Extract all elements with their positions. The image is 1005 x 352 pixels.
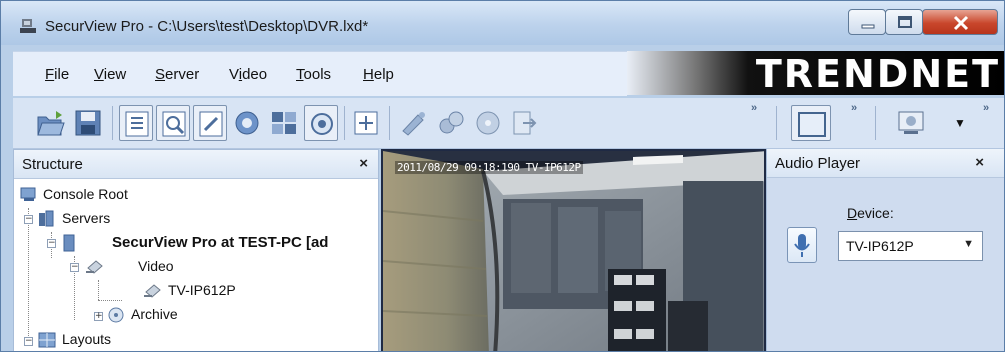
- snapshot-icon: [439, 111, 464, 134]
- title-bar[interactable]: SecurView Pro - C:\Users\test\Desktop\DV…: [1, 1, 1004, 45]
- close-button[interactable]: [922, 9, 998, 35]
- tree-connector: [98, 280, 99, 300]
- structure-panel-header: Structure ×: [14, 150, 378, 179]
- properties-icon: [199, 111, 223, 137]
- menu-file[interactable]: File: [45, 66, 69, 83]
- globe-icon: [235, 111, 259, 135]
- fullscreen-icon: [354, 111, 378, 135]
- monitor-button[interactable]: [893, 105, 927, 141]
- snapshot-button[interactable]: [434, 105, 468, 141]
- brand-logo: TRENDnet: [755, 52, 1000, 96]
- globe-button[interactable]: [230, 105, 264, 141]
- fullscreen-button[interactable]: [349, 105, 383, 141]
- minimize-button[interactable]: [848, 9, 886, 35]
- structure-view-button[interactable]: [119, 105, 153, 141]
- structure-panel-title: Structure: [22, 156, 83, 173]
- maximize-icon: [898, 16, 912, 28]
- menu-server[interactable]: Server: [155, 66, 199, 83]
- tree-expand-toggle[interactable]: −: [47, 239, 56, 248]
- open-button[interactable]: [33, 105, 67, 141]
- tree-connector: [98, 300, 122, 301]
- tree-expand-toggle[interactable]: −: [24, 337, 33, 346]
- menu-view[interactable]: View: [94, 66, 126, 83]
- save-icon: [75, 110, 101, 136]
- brand-banner: TRENDnet: [627, 51, 1004, 96]
- monitor-icon: [898, 111, 924, 134]
- device-select-value: TV-IP612P: [846, 238, 914, 254]
- video-view[interactable]: 2011/08/29 09:18:190 TV-IP612P: [381, 149, 766, 351]
- monitor-dropdown-arrow[interactable]: ▼: [954, 116, 966, 130]
- toolbar-overflow-chevron[interactable]: »: [983, 102, 989, 114]
- toolbar-separator: [389, 106, 390, 140]
- toolbar-overflow-chevron[interactable]: »: [751, 102, 757, 114]
- open-icon: [37, 111, 65, 136]
- menu-video[interactable]: Video: [229, 66, 267, 83]
- toolbar: » » ▼ »: [13, 98, 1004, 149]
- ptz-button[interactable]: [397, 105, 431, 141]
- ptz-icon: [402, 112, 425, 136]
- microphone-icon: [794, 234, 810, 257]
- close-icon: [953, 15, 969, 31]
- toolbar-separator: [875, 106, 876, 140]
- tree-expand-toggle[interactable]: −: [70, 263, 79, 272]
- menu-bar: File View Server Video Tools Help: [13, 51, 627, 96]
- chevron-down-icon[interactable]: ▼: [963, 238, 974, 250]
- servers-icon: [39, 210, 54, 227]
- save-button[interactable]: [71, 105, 105, 141]
- layout-grid-button[interactable]: [267, 105, 301, 141]
- properties-button[interactable]: [193, 105, 227, 141]
- microphone-button[interactable]: [787, 227, 817, 263]
- camera-feed-image: [383, 151, 764, 351]
- menu-help[interactable]: Help: [363, 66, 394, 83]
- maximize-button[interactable]: [885, 9, 923, 35]
- tree-item-camera[interactable]: TV-IP612P: [168, 282, 236, 298]
- tree-item-layouts[interactable]: Layouts: [62, 331, 111, 347]
- video-timestamp-overlay: 2011/08/29 09:18:190 TV-IP612P: [395, 161, 583, 174]
- camera-device-icon: [144, 284, 161, 298]
- toolbar-separator: [776, 106, 777, 140]
- application-window: SecurView Pro - C:\Users\test\Desktop\DV…: [0, 0, 1005, 352]
- tree-item-servers[interactable]: Servers: [62, 210, 110, 226]
- disc-button[interactable]: [471, 105, 505, 141]
- toolbar-separator: [112, 106, 113, 140]
- minimize-icon: [861, 24, 875, 29]
- structure-panel: Structure × Console Root − Servers − Sec…: [13, 149, 379, 351]
- device-label: Device:: [847, 205, 894, 221]
- toolbar-overflow-chevron[interactable]: »: [851, 102, 857, 114]
- server-icon: [63, 234, 75, 252]
- single-view-button[interactable]: [791, 105, 831, 141]
- audio-panel-title: Audio Player: [775, 155, 861, 172]
- structure-view-icon: [125, 111, 149, 137]
- structure-panel-close-icon[interactable]: ×: [359, 155, 368, 172]
- menu-tools[interactable]: Tools: [296, 66, 331, 83]
- tree-connector: [28, 208, 29, 346]
- export-icon: [513, 111, 537, 135]
- zoom-view-icon: [162, 111, 186, 137]
- video-folder-icon: [86, 260, 103, 274]
- zoom-view-button[interactable]: [156, 105, 190, 141]
- export-button[interactable]: [508, 105, 542, 141]
- layouts-icon: [38, 332, 56, 348]
- window-title: SecurView Pro - C:\Users\test\Desktop\DV…: [45, 18, 369, 35]
- app-icon: [20, 19, 36, 33]
- device-select[interactable]: TV-IP612P ▼: [838, 231, 983, 261]
- tree-item-console-root[interactable]: Console Root: [43, 186, 128, 202]
- layout-grid-icon: [272, 112, 296, 134]
- tree-item-video[interactable]: Video: [138, 258, 174, 274]
- console-root-icon: [20, 187, 36, 201]
- camera-view-button[interactable]: [304, 105, 338, 141]
- single-view-icon: [798, 112, 826, 137]
- camera-view-icon: [311, 113, 333, 135]
- audio-player-panel: Audio Player × Device: TV-IP612P ▼: [766, 149, 1004, 351]
- archive-icon: [108, 307, 124, 323]
- tree-item-archive[interactable]: Archive: [131, 306, 178, 322]
- disc-icon: [476, 111, 500, 135]
- audio-panel-header: Audio Player ×: [767, 149, 1004, 178]
- toolbar-separator: [344, 106, 345, 140]
- tree-expand-toggle[interactable]: −: [24, 215, 33, 224]
- tree-item-server[interactable]: SecurView Pro at TEST-PC [ad: [112, 234, 328, 251]
- audio-panel-close-icon[interactable]: ×: [975, 154, 984, 171]
- tree-expand-toggle[interactable]: +: [94, 312, 103, 321]
